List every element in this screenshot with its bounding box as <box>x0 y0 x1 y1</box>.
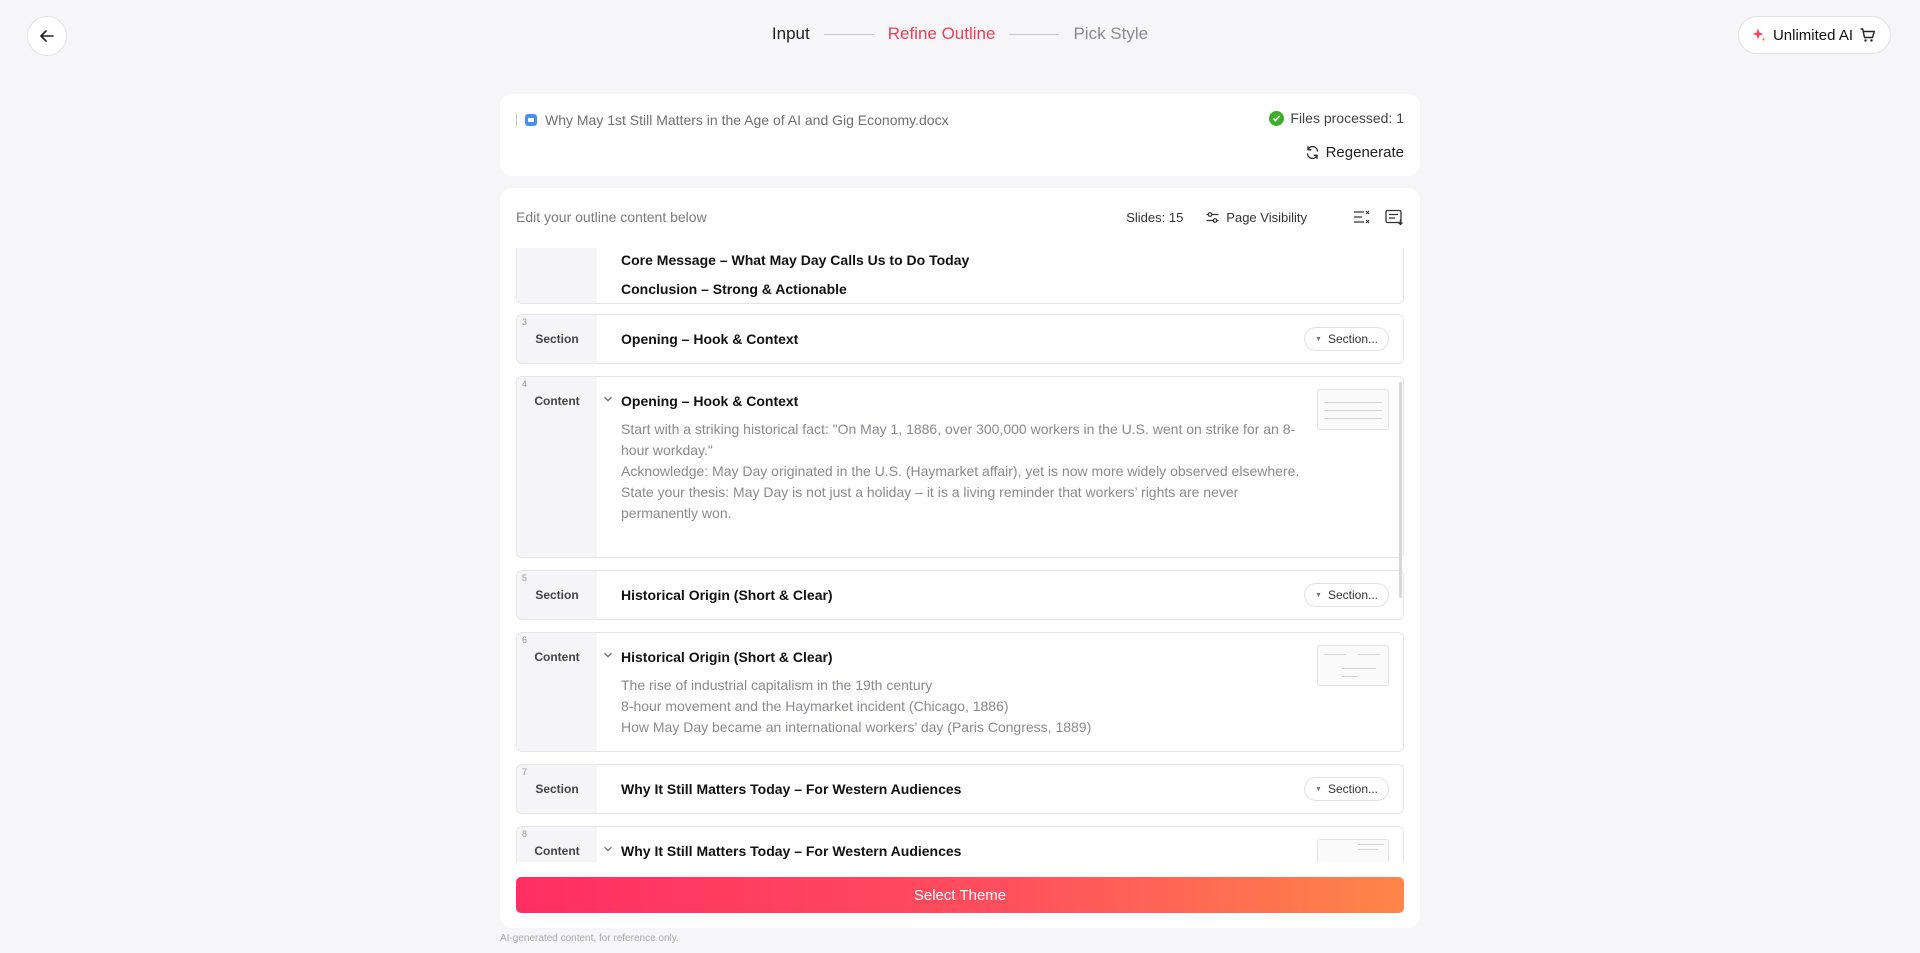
row-gutter <box>517 248 597 303</box>
section-pill-label: Section... <box>1327 332 1378 346</box>
caret-down-icon: ▼ <box>1315 785 1322 793</box>
row-type-label: Section <box>535 332 579 346</box>
collapse-all-icon[interactable] <box>1353 209 1371 225</box>
outline-export-icon[interactable] <box>1385 209 1404 226</box>
outline-hint: Edit your outline content below <box>516 209 707 225</box>
files-processed-status: Files processed: 1 <box>1269 110 1404 126</box>
chevron-down-icon[interactable] <box>603 394 613 407</box>
step-input[interactable]: Input <box>772 24 810 44</box>
outline-row-section[interactable]: 3 Section Opening – Hook & Context ▼ Sec… <box>516 314 1404 364</box>
regenerate-button[interactable]: Regenerate <box>1305 144 1404 161</box>
outline-list[interactable]: Core Message – What May Day Calls Us to … <box>516 248 1404 862</box>
section-title[interactable]: Historical Origin (Short & Clear) <box>621 587 833 603</box>
row-number: 4 <box>522 379 528 389</box>
content-body[interactable]: Start with a striking historical fact: "… <box>621 419 1301 524</box>
content-title[interactable]: Why It Still Matters Today – For Western… <box>621 843 961 859</box>
row-number: 3 <box>522 317 528 327</box>
section-pill-label: Section... <box>1327 782 1378 796</box>
outline-row-partial[interactable]: Core Message – What May Day Calls Us to … <box>516 248 1404 304</box>
section-title[interactable]: Opening – Hook & Context <box>621 331 798 347</box>
outline-row-content[interactable]: 8 Content Why It Still Matters Today – F… <box>516 826 1404 862</box>
section-pill-label: Section... <box>1327 588 1378 602</box>
slide-thumbnail[interactable] <box>1317 389 1389 430</box>
step-refine-outline[interactable]: Refine Outline <box>888 24 996 44</box>
row-number: 7 <box>522 767 528 777</box>
row-number: 5 <box>522 573 528 583</box>
section-layout-dropdown[interactable]: ▼ Section... <box>1304 327 1389 351</box>
section-layout-dropdown[interactable]: ▼ Section... <box>1304 583 1389 607</box>
row-type-label: Content <box>534 394 580 408</box>
chevron-down-icon[interactable] <box>603 844 613 857</box>
progress-stepper: Input Refine Outline Pick Style <box>0 24 1920 44</box>
outline-row-content[interactable]: 6 Content Historical Origin (Short & Cle… <box>516 632 1404 752</box>
outline-line[interactable]: Core Message – What May Day Calls Us to … <box>621 252 969 268</box>
slide-thumbnail[interactable] <box>1317 839 1389 862</box>
scrollbar-thumb[interactable] <box>1399 382 1402 598</box>
row-number: 6 <box>522 635 528 645</box>
cart-icon <box>1860 27 1875 42</box>
section-title[interactable]: Why It Still Matters Today – For Western… <box>621 781 961 797</box>
step-pick-style[interactable]: Pick Style <box>1073 24 1148 44</box>
content-title[interactable]: Historical Origin (Short & Clear) <box>621 649 833 665</box>
unlimited-ai-button[interactable]: Unlimited AI <box>1737 16 1891 54</box>
docx-file-icon <box>525 114 537 126</box>
content-bullet[interactable]: 8-hour movement and the Haymarket incide… <box>621 696 1301 717</box>
content-bullet[interactable]: State your thesis: May Day is not just a… <box>621 482 1301 524</box>
row-type-label: Content <box>534 844 580 858</box>
page-visibility-label: Page Visibility <box>1226 209 1307 225</box>
file-name: Why May 1st Still Matters in the Age of … <box>516 112 949 128</box>
files-processed-label: Files processed: 1 <box>1290 110 1404 126</box>
outline-toolbar: Edit your outline content below Slides: … <box>516 206 1404 228</box>
select-theme-button[interactable]: Select Theme <box>516 877 1404 913</box>
content-bullet[interactable]: How May Day became an international work… <box>621 717 1301 738</box>
slide-thumbnail[interactable] <box>1317 645 1389 686</box>
outline-row-section[interactable]: 5 Section Historical Origin (Short & Cle… <box>516 570 1404 620</box>
content-bullet[interactable]: The rise of industrial capitalism in the… <box>621 675 1301 696</box>
outline-row-section[interactable]: 7 Section Why It Still Matters Today – F… <box>516 764 1404 814</box>
step-connector <box>1009 33 1060 35</box>
content-title[interactable]: Opening – Hook & Context <box>621 393 798 409</box>
outline-row-content[interactable]: 4 Content Opening – Hook & Context Start… <box>516 376 1404 558</box>
section-layout-dropdown[interactable]: ▼ Section... <box>1304 777 1389 801</box>
outline-line[interactable]: Conclusion – Strong & Actionable <box>621 281 847 297</box>
ai-disclaimer: AI-generated content, for reference only… <box>500 933 679 944</box>
content-body[interactable]: The rise of industrial capitalism in the… <box>621 675 1301 738</box>
row-type-label: Section <box>535 782 579 796</box>
unlimited-ai-label: Unlimited AI <box>1772 26 1853 44</box>
slides-count: Slides: 15 <box>1126 209 1184 225</box>
page-visibility-button[interactable]: Page Visibility <box>1205 210 1307 225</box>
row-type-label: Section <box>535 588 579 602</box>
content-bullet[interactable]: Acknowledge: May Day originated in the U… <box>621 461 1301 482</box>
regenerate-label: Regenerate <box>1325 144 1404 161</box>
content-bullet[interactable]: Start with a striking historical fact: "… <box>621 419 1301 461</box>
outline-editor: Edit your outline content below Slides: … <box>500 188 1420 928</box>
row-type-label: Content <box>534 650 580 664</box>
sparkle-icon <box>1752 28 1766 42</box>
file-card: Why May 1st Still Matters in the Age of … <box>500 94 1420 176</box>
step-connector <box>823 33 874 35</box>
caret-down-icon: ▼ <box>1315 335 1322 343</box>
sliders-icon <box>1206 211 1219 223</box>
caret-down-icon: ▼ <box>1315 591 1322 599</box>
file-name-label: Why May 1st Still Matters in the Age of … <box>545 112 949 128</box>
chevron-down-icon[interactable] <box>603 650 613 663</box>
check-circle-icon <box>1269 110 1285 126</box>
divider <box>516 113 517 127</box>
refresh-icon <box>1306 145 1318 160</box>
row-number: 8 <box>522 829 528 839</box>
